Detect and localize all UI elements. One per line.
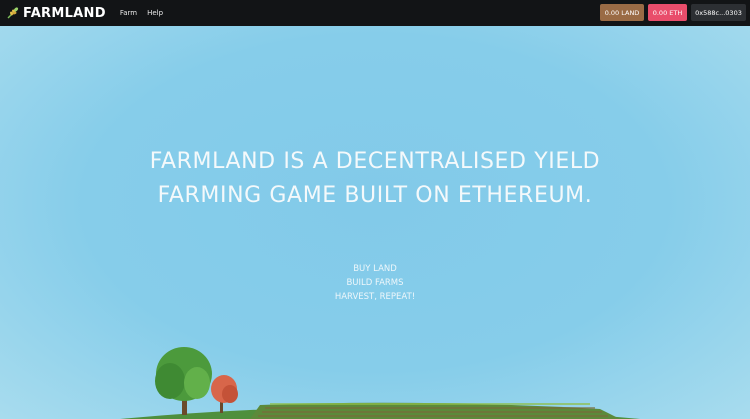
wheat-icon (7, 7, 19, 19)
nav-link-help[interactable]: Help (147, 9, 163, 17)
tagline-harvest-repeat: HARVEST, REPEAT! (334, 292, 416, 302)
hero-headline-line-2: FARMING GAME BUILT ON ETHEREUM. (157, 183, 593, 208)
hero-headline-line-1: FARMLAND IS A DECENTRALISED YIELD (149, 149, 601, 174)
wallet-address-button[interactable]: 0x588c...0303 (691, 4, 746, 21)
hero-headline: FARMLAND IS A DECENTRALISED YIELD FARMIN… (0, 145, 750, 213)
wallet-area: 0.00 LAND 0.00 ETH 0x588c...0303 (600, 4, 746, 21)
land-balance-button[interactable]: 0.00 LAND (600, 4, 644, 21)
brand-name: FARMLAND (23, 5, 106, 21)
tagline-build-farms: BUILD FARMS (346, 278, 404, 288)
tagline-buy-land: BUY LAND (353, 264, 397, 274)
brand[interactable]: FARMLAND (7, 0, 106, 26)
eth-balance-button[interactable]: 0.00 ETH (648, 4, 687, 21)
hero-tagline: BUY LAND BUILD FARMS HARVEST, REPEAT! (0, 262, 750, 304)
nav-links: Farm Help (120, 9, 173, 17)
farm-island-illustration (120, 347, 640, 419)
navbar: FARMLAND Farm Help 0.00 LAND 0.00 ETH 0x… (0, 0, 750, 26)
nav-link-farm[interactable]: Farm (120, 9, 137, 17)
